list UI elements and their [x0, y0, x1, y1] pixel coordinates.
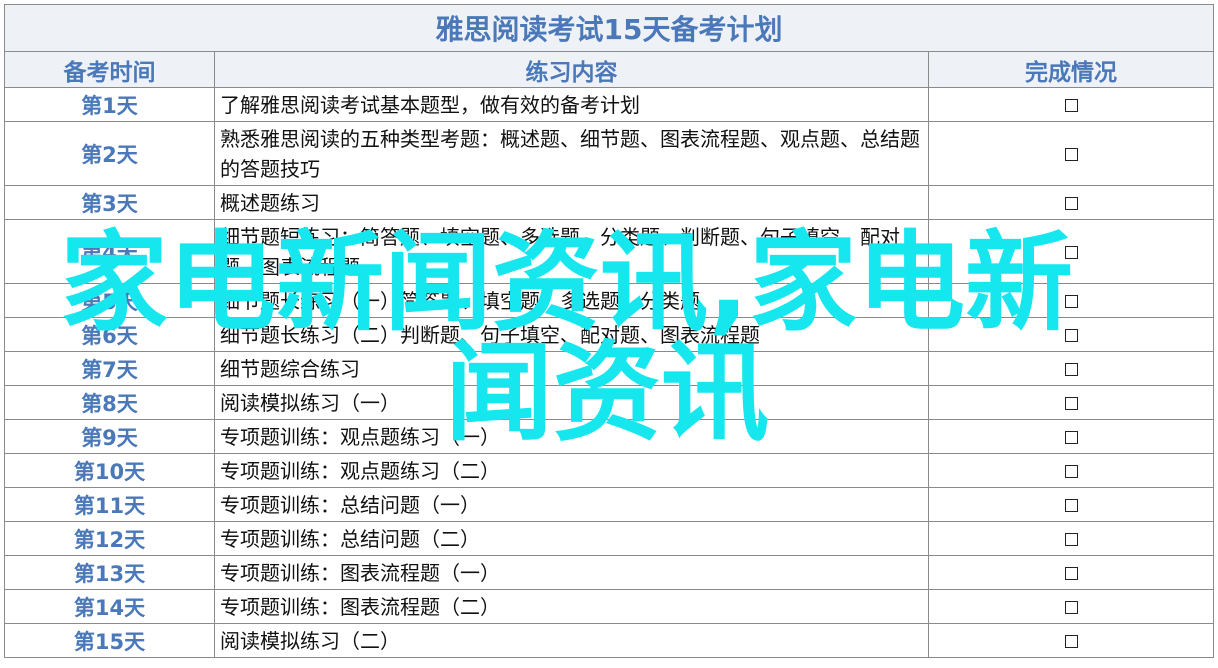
completion-checkbox[interactable]: [1064, 397, 1078, 410]
content-cell: 细节题综合练习: [214, 351, 929, 386]
completion-checkbox[interactable]: [1064, 465, 1078, 478]
table-row: 第8天 阅读模拟练习（一）: [4, 385, 1215, 420]
completion-checkbox[interactable]: [1064, 295, 1078, 308]
status-cell: [927, 351, 1215, 386]
day-cell: 第15天: [4, 623, 215, 658]
header-row: 备考时间 练习内容 完成情况: [4, 51, 1215, 88]
table-row: 第13天 专项题训练：图表流程题（一）: [4, 555, 1215, 590]
completion-checkbox[interactable]: [1064, 246, 1078, 259]
day-cell: 第6天: [4, 317, 215, 352]
status-cell: [927, 453, 1215, 488]
content-cell: 细节题长练习（二）判断题、句子填空、配对题、图表流程题: [214, 317, 929, 352]
content-cell: 熟悉雅思阅读的五种类型考题：概述题、细节题、图表流程题、观点题、总结题的答题技巧: [214, 121, 929, 186]
content-cell: 专项题训练：观点题练习（二）: [214, 453, 929, 488]
table-row: 第7天 细节题综合练习: [4, 351, 1215, 386]
completion-checkbox[interactable]: [1064, 567, 1078, 580]
day-cell: 第5天: [4, 283, 215, 318]
day-cell: 第13天: [4, 555, 215, 590]
table-title: 雅思阅读考试15天备考计划: [3, 4, 1215, 52]
status-cell: [927, 419, 1215, 454]
table-row: 第14天 专项题训练：图表流程题（二）: [4, 589, 1215, 624]
day-cell: 第9天: [4, 419, 215, 454]
table-row: 第4天 细节题短练习：简答题、填空题、多选题、分类题、判断题、句子填空、配对题、图…: [4, 219, 1215, 284]
table-row: 第15天 阅读模拟练习（二）: [4, 623, 1215, 658]
day-cell: 第7天: [4, 351, 215, 386]
status-cell: [927, 623, 1215, 658]
table-row: 第12天 专项题训练：总结问题（二）: [4, 521, 1215, 556]
completion-checkbox[interactable]: [1064, 499, 1078, 512]
table-row: 第3天 概述题练习: [4, 185, 1215, 220]
status-cell: [927, 185, 1215, 220]
day-cell: 第10天: [4, 453, 215, 488]
table-row: 第11天 专项题训练：总结问题（一）: [4, 487, 1215, 522]
table-row: 第1天 了解雅思阅读考试基本题型，做有效的备考计划: [4, 87, 1215, 122]
content-cell: 细节题长练习（一）简答题、填空题、多选题、分类题: [214, 283, 929, 318]
day-cell: 第11天: [4, 487, 215, 522]
table-row: 第9天 专项题训练：观点题练习（一）: [4, 419, 1215, 454]
day-cell: 第14天: [4, 589, 215, 624]
completion-checkbox[interactable]: [1064, 197, 1078, 210]
header-practice-content: 练习内容: [214, 51, 929, 88]
content-cell: 专项题训练：图表流程题（一）: [214, 555, 929, 590]
study-plan-table: 雅思阅读考试15天备考计划 备考时间 练习内容 完成情况 第1天 了解雅思阅读考试…: [3, 4, 1215, 658]
content-cell: 专项题训练：总结问题（二）: [214, 521, 929, 556]
status-cell: [927, 521, 1215, 556]
study-plan-body: 雅思阅读考试15天备考计划 备考时间 练习内容 完成情况 第1天 了解雅思阅读考试…: [3, 4, 1215, 658]
day-cell: 第12天: [4, 521, 215, 556]
content-cell: 专项题训练：总结问题（一）: [214, 487, 929, 522]
content-cell: 专项题训练：观点题练习（一）: [214, 419, 929, 454]
completion-checkbox[interactable]: [1064, 533, 1078, 546]
table-row: 第5天 细节题长练习（一）简答题、填空题、多选题、分类题: [4, 283, 1215, 318]
completion-checkbox[interactable]: [1064, 601, 1078, 614]
completion-checkbox[interactable]: [1064, 635, 1078, 648]
content-cell: 阅读模拟练习（一）: [214, 385, 929, 420]
status-cell: [927, 555, 1215, 590]
header-prep-time: 备考时间: [4, 51, 215, 88]
status-cell: [927, 317, 1215, 352]
day-cell: 第3天: [4, 185, 215, 220]
day-cell: 第1天: [4, 87, 215, 122]
status-cell: [927, 283, 1215, 318]
content-cell: 概述题练习: [214, 185, 929, 220]
status-cell: [927, 87, 1215, 122]
completion-checkbox[interactable]: [1064, 148, 1078, 161]
content-cell: 专项题训练：图表流程题（二）: [214, 589, 929, 624]
header-completion-status: 完成情况: [927, 51, 1215, 88]
completion-checkbox[interactable]: [1064, 99, 1078, 112]
completion-checkbox[interactable]: [1064, 363, 1078, 376]
day-cell: 第2天: [4, 121, 215, 186]
table-row: 第10天 专项题训练：观点题练习（二）: [4, 453, 1215, 488]
content-cell: 阅读模拟练习（二）: [214, 623, 929, 658]
status-cell: [927, 589, 1215, 624]
status-cell: [927, 219, 1215, 284]
table-row: 第2天 熟悉雅思阅读的五种类型考题：概述题、细节题、图表流程题、观点题、总结题的答…: [4, 121, 1215, 186]
completion-checkbox[interactable]: [1064, 431, 1078, 444]
day-cell: 第8天: [4, 385, 215, 420]
content-cell: 细节题短练习：简答题、填空题、多选题、分类题、判断题、句子填空、配对题、图表流程…: [214, 219, 929, 284]
status-cell: [927, 121, 1215, 186]
day-cell: 第4天: [4, 219, 215, 284]
status-cell: [927, 487, 1215, 522]
content-cell: 了解雅思阅读考试基本题型，做有效的备考计划: [214, 87, 929, 122]
table-row: 第6天 细节题长练习（二）判断题、句子填空、配对题、图表流程题: [4, 317, 1215, 352]
status-cell: [927, 385, 1215, 420]
completion-checkbox[interactable]: [1064, 329, 1078, 342]
